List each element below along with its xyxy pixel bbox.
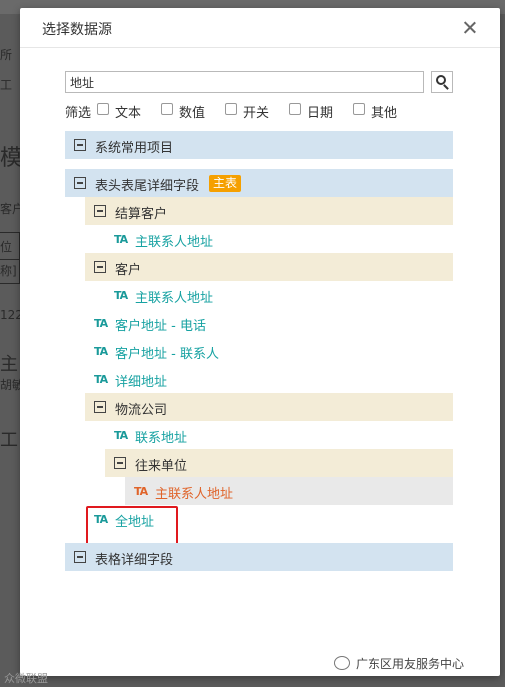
background-text: 主 [0, 354, 18, 375]
collapse-icon[interactable] [94, 401, 106, 413]
collapse-icon[interactable] [74, 551, 86, 563]
text-field-icon: TA [94, 317, 108, 330]
select-data-source-dialog: 选择数据源 筛选 文本 数值 开关 日期 其他 系统常用项目 表头表尾详细字段 … [20, 8, 500, 676]
tree-leaf-customer-address-phone[interactable]: TA 客户地址 - 电话 [85, 309, 453, 337]
filter-date-checkbox[interactable] [289, 103, 301, 115]
collapse-icon[interactable] [94, 261, 106, 273]
tree-leaf-label[interactable]: 主联系人地址 [155, 483, 233, 502]
tree-leaf-detail-address[interactable]: TA 详细地址 [85, 365, 453, 393]
background-text: 工 [0, 430, 18, 451]
collapse-icon[interactable] [94, 205, 106, 217]
background-text: 模 [0, 146, 23, 171]
tree-leaf-customer-address-contact[interactable]: TA 客户地址 - 联系人 [85, 337, 453, 365]
tree-leaf-label[interactable]: 联系地址 [135, 427, 187, 446]
tree-leaf-customer-contact-address[interactable]: TA 主联系人地址 [105, 281, 453, 309]
filter-other-label: 其他 [371, 106, 398, 121]
main-table-badge: 主表 [209, 175, 242, 192]
collapse-icon[interactable] [74, 139, 86, 151]
tree-leaf-label[interactable]: 详细地址 [115, 371, 167, 390]
wechat-icon [334, 656, 350, 670]
filter-number-checkbox[interactable] [161, 103, 173, 115]
text-field-icon: TA [94, 373, 108, 386]
filter-date-label: 日期 [307, 106, 334, 121]
background-text: 所 [0, 48, 13, 62]
collapse-icon[interactable] [74, 177, 86, 189]
filter-other-checkbox[interactable] [353, 103, 365, 115]
tree-group-table-detail-fields[interactable]: 表格详细字段 [65, 543, 453, 571]
search-button[interactable] [431, 71, 453, 93]
tree-leaf-label[interactable]: 客户地址 - 电话 [115, 315, 206, 334]
text-field-icon: TA [94, 345, 108, 358]
filter-label: 筛选 [65, 106, 92, 121]
filter-text-checkbox[interactable] [97, 103, 109, 115]
filter-switch-label: 开关 [243, 106, 270, 121]
tree-leaf-label[interactable]: 主联系人地址 [135, 287, 213, 306]
search-input[interactable] [65, 71, 424, 93]
text-field-icon: TA [114, 289, 128, 302]
background-text: 位 [0, 240, 13, 254]
text-field-icon: TA [114, 429, 128, 442]
text-field-icon: TA [114, 233, 128, 246]
dialog-header: 选择数据源 [20, 8, 500, 48]
tree-node-settlement-customer[interactable]: 结算客户 [85, 197, 453, 225]
tree-node-logistics-company[interactable]: 物流公司 [85, 393, 453, 421]
filter-number-label: 数值 [179, 106, 206, 121]
filter-text-label: 文本 [115, 106, 142, 121]
tree-group-system-common[interactable]: 系统常用项目 [65, 131, 453, 159]
dialog-title: 选择数据源 [42, 22, 112, 38]
tree-node-label: 往来单位 [135, 459, 188, 474]
close-icon[interactable] [460, 18, 480, 38]
watermark-text: 广东区用友服务中心 [356, 657, 465, 671]
tree-leaf-settlement-contact-address[interactable]: TA 主联系人地址 [105, 225, 453, 253]
tree-leaf-partner-contact-address-selected[interactable]: TA 主联系人地址 [125, 477, 453, 505]
background-text: 工 [0, 78, 13, 92]
background-text: 称] [0, 264, 17, 278]
corner-watermark: 众微联盟 [4, 672, 48, 685]
tree-node-label: 结算客户 [115, 207, 168, 222]
tree-node-label: 客户 [115, 263, 142, 278]
tree-leaf-logistics-contact-address[interactable]: TA 联系地址 [105, 421, 453, 449]
collapse-icon[interactable] [114, 457, 126, 469]
tree-group-label: 表头表尾详细字段 [95, 179, 200, 194]
tree-group-label: 表格详细字段 [95, 553, 174, 568]
tree-group-label: 系统常用项目 [95, 141, 174, 156]
tree-node-label: 物流公司 [115, 403, 168, 418]
tree-node-customer[interactable]: 客户 [85, 253, 453, 281]
text-field-icon: TA [134, 485, 148, 498]
filter-switch-checkbox[interactable] [225, 103, 237, 115]
tree-group-header-footer-fields[interactable]: 表头表尾详细字段 主表 [65, 169, 453, 197]
tree-leaf-label[interactable]: 主联系人地址 [135, 231, 213, 250]
tree-node-partner-unit[interactable]: 往来单位 [105, 449, 453, 477]
tree-leaf-label[interactable]: 客户地址 - 联系人 [115, 343, 219, 362]
